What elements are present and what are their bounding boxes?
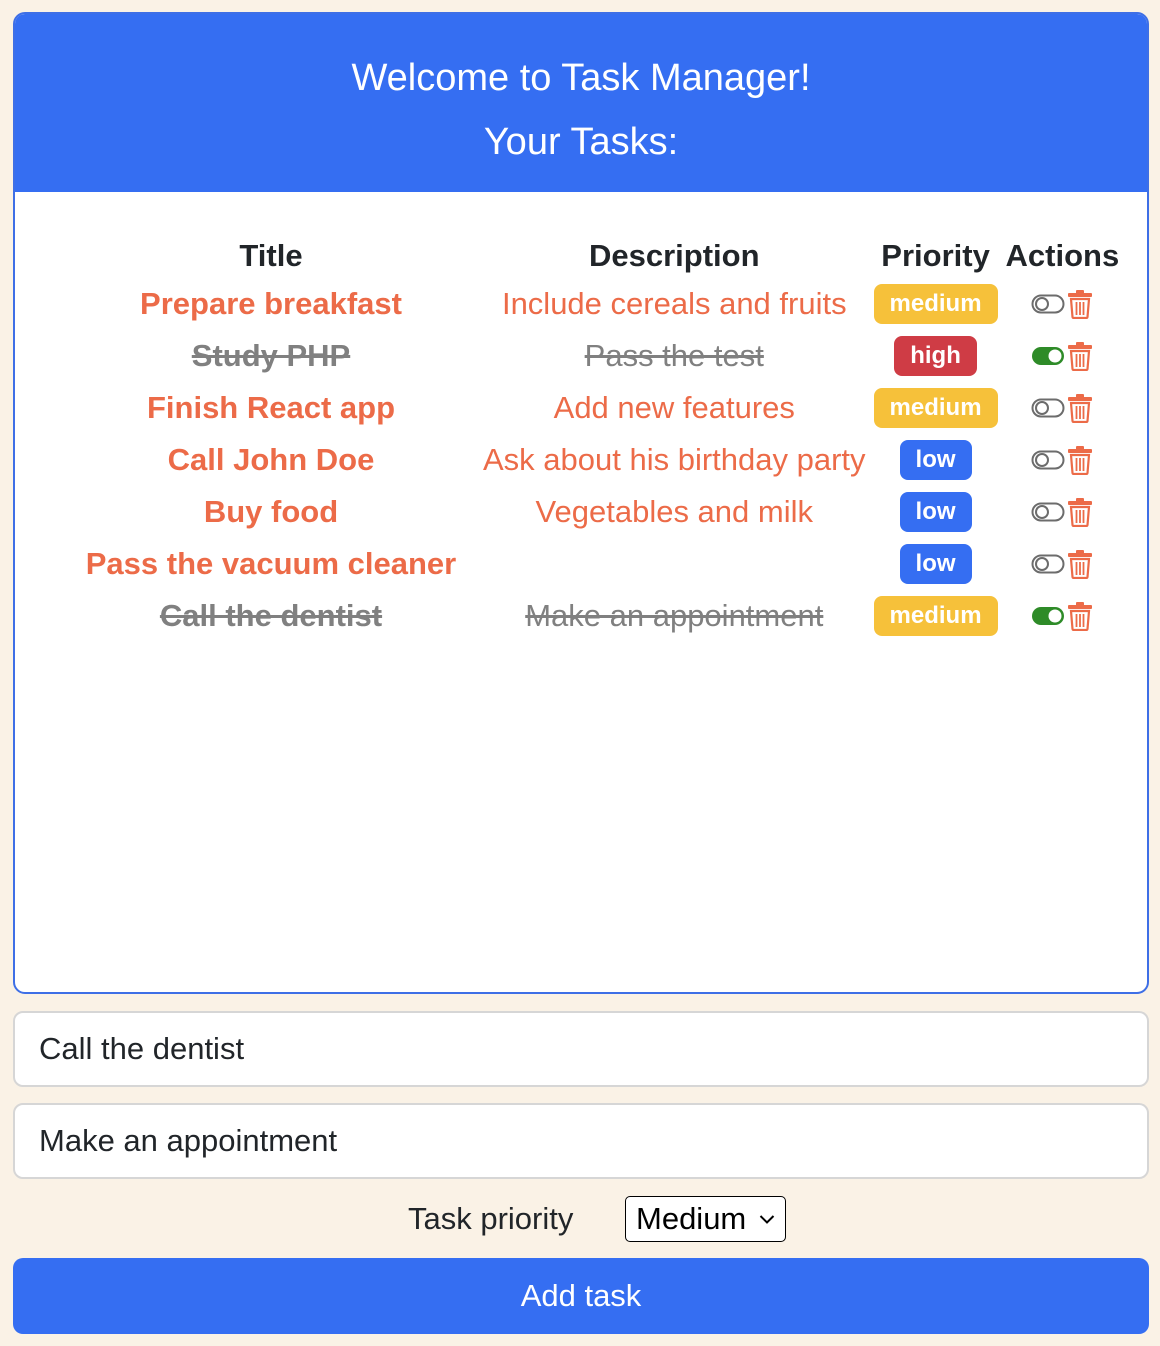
task-actions-cell	[1006, 278, 1120, 330]
task-actions-cell	[1006, 434, 1120, 486]
trash-icon[interactable]	[1067, 549, 1093, 579]
task-description-cell: Add new features	[483, 382, 866, 434]
task-title-cell: Buy food	[59, 486, 483, 538]
trash-icon[interactable]	[1067, 445, 1093, 475]
task-title: Prepare breakfast	[140, 286, 402, 321]
task-description-cell: Include cereals and fruits	[483, 278, 866, 330]
priority-select-value: Medium	[636, 1201, 747, 1236]
task-title-cell: Pass the vacuum cleaner	[59, 538, 483, 590]
task-title: Finish React app	[146, 390, 396, 425]
card-header: Welcome to Task Manager! Your Tasks:	[15, 14, 1147, 192]
tasks-heading: Your Tasks:	[483, 121, 679, 163]
priority-badge: high	[894, 336, 977, 376]
task-actions	[1031, 601, 1093, 631]
add-task-button[interactable]: Add task	[13, 1258, 1149, 1334]
task-row: Finish React app Add new features medium	[59, 382, 1119, 434]
task-priority-cell: low	[866, 434, 1006, 486]
task-actions	[1031, 341, 1093, 371]
column-header-priority: Priority	[881, 238, 990, 273]
task-row: Buy food Vegetables and milk low	[59, 486, 1119, 538]
task-row: Pass the vacuum cleaner low	[59, 538, 1119, 590]
task-description-cell: Vegetables and milk	[483, 486, 866, 538]
task-description: Pass the test	[584, 338, 764, 373]
task-actions-cell	[1006, 538, 1120, 590]
task-table: Title Description Priority Actions Prepa…	[59, 234, 1119, 642]
toggle-on-icon[interactable]	[1031, 345, 1065, 367]
task-row: Prepare breakfast Include cereals and fru…	[59, 278, 1119, 330]
priority-badge: medium	[873, 596, 998, 636]
priority-label: Task priority	[408, 1201, 574, 1236]
task-description-cell: Make an appointment	[483, 590, 866, 642]
task-description-input[interactable]	[13, 1103, 1149, 1179]
column-header-actions: Actions	[1005, 238, 1120, 273]
task-actions-cell	[1006, 486, 1120, 538]
task-description: Include cereals and fruits	[501, 286, 847, 321]
task-description: Ask about his birthday party	[483, 442, 866, 477]
column-header-description: Description	[589, 238, 760, 273]
trash-icon[interactable]	[1067, 497, 1093, 527]
task-title-cell: Finish React app	[59, 382, 483, 434]
priority-badge: low	[899, 544, 972, 584]
priority-badge: low	[899, 440, 972, 480]
task-description: Make an appointment	[525, 598, 824, 633]
task-description: Add new features	[553, 390, 795, 425]
toggle-off-icon[interactable]	[1031, 449, 1065, 471]
toggle-off-icon[interactable]	[1031, 501, 1065, 523]
task-actions-cell	[1006, 590, 1120, 642]
task-title: Buy food	[203, 494, 339, 529]
task-actions-cell	[1006, 382, 1120, 434]
priority-badge: low	[899, 492, 972, 532]
task-title-cell: Call the dentist	[59, 590, 483, 642]
column-header-title: Title	[239, 238, 303, 273]
trash-icon[interactable]	[1067, 393, 1093, 423]
task-actions	[1031, 393, 1093, 423]
toggle-off-icon[interactable]	[1031, 397, 1065, 419]
toggle-on-icon[interactable]	[1031, 605, 1065, 627]
trash-icon[interactable]	[1067, 341, 1093, 371]
task-title-cell: Study PHP	[59, 330, 483, 382]
task-title-input[interactable]	[13, 1011, 1149, 1087]
task-priority-cell: low	[866, 538, 1006, 590]
task-title: Pass the vacuum cleaner	[85, 546, 457, 581]
task-actions	[1031, 289, 1093, 319]
task-priority-cell: medium	[866, 382, 1006, 434]
task-priority-cell: medium	[866, 590, 1006, 642]
task-description: Vegetables and milk	[535, 494, 813, 529]
trash-icon[interactable]	[1067, 289, 1093, 319]
task-list: Prepare breakfast Include cereals and fru…	[59, 278, 1119, 642]
task-priority-cell: medium	[866, 278, 1006, 330]
task-title-cell: Prepare breakfast	[59, 278, 483, 330]
task-actions	[1031, 445, 1093, 475]
task-title: Study PHP	[191, 338, 351, 373]
task-title: Call John Doe	[167, 442, 375, 477]
chevron-down-icon	[759, 1212, 775, 1230]
trash-icon[interactable]	[1067, 601, 1093, 631]
priority-badge: medium	[873, 388, 998, 428]
priority-select[interactable]: Medium	[625, 1196, 786, 1242]
task-description-cell: Ask about his birthday party	[483, 434, 866, 486]
task-actions	[1031, 497, 1093, 527]
welcome-title: Welcome to Task Manager!	[351, 57, 811, 99]
task-title: Call the dentist	[159, 598, 383, 633]
table-header-row: Title Description Priority Actions	[59, 234, 1119, 278]
task-row: Study PHP Pass the test high	[59, 330, 1119, 382]
task-title-cell: Call John Doe	[59, 434, 483, 486]
toggle-off-icon[interactable]	[1031, 553, 1065, 575]
task-description-cell: Pass the test	[483, 330, 866, 382]
toggle-off-icon[interactable]	[1031, 293, 1065, 315]
task-row: Call the dentist Make an appointment mediu…	[59, 590, 1119, 642]
task-actions	[1031, 549, 1093, 579]
task-row: Call John Doe Ask about his birthday part…	[59, 434, 1119, 486]
priority-row: Task priority Medium	[0, 1196, 1160, 1242]
task-priority-cell: low	[866, 486, 1006, 538]
task-actions-cell	[1006, 330, 1120, 382]
task-description-cell	[483, 538, 866, 590]
task-priority-cell: high	[866, 330, 1006, 382]
task-card: Welcome to Task Manager! Your Tasks: Tit…	[13, 12, 1149, 994]
priority-badge: medium	[873, 284, 998, 324]
